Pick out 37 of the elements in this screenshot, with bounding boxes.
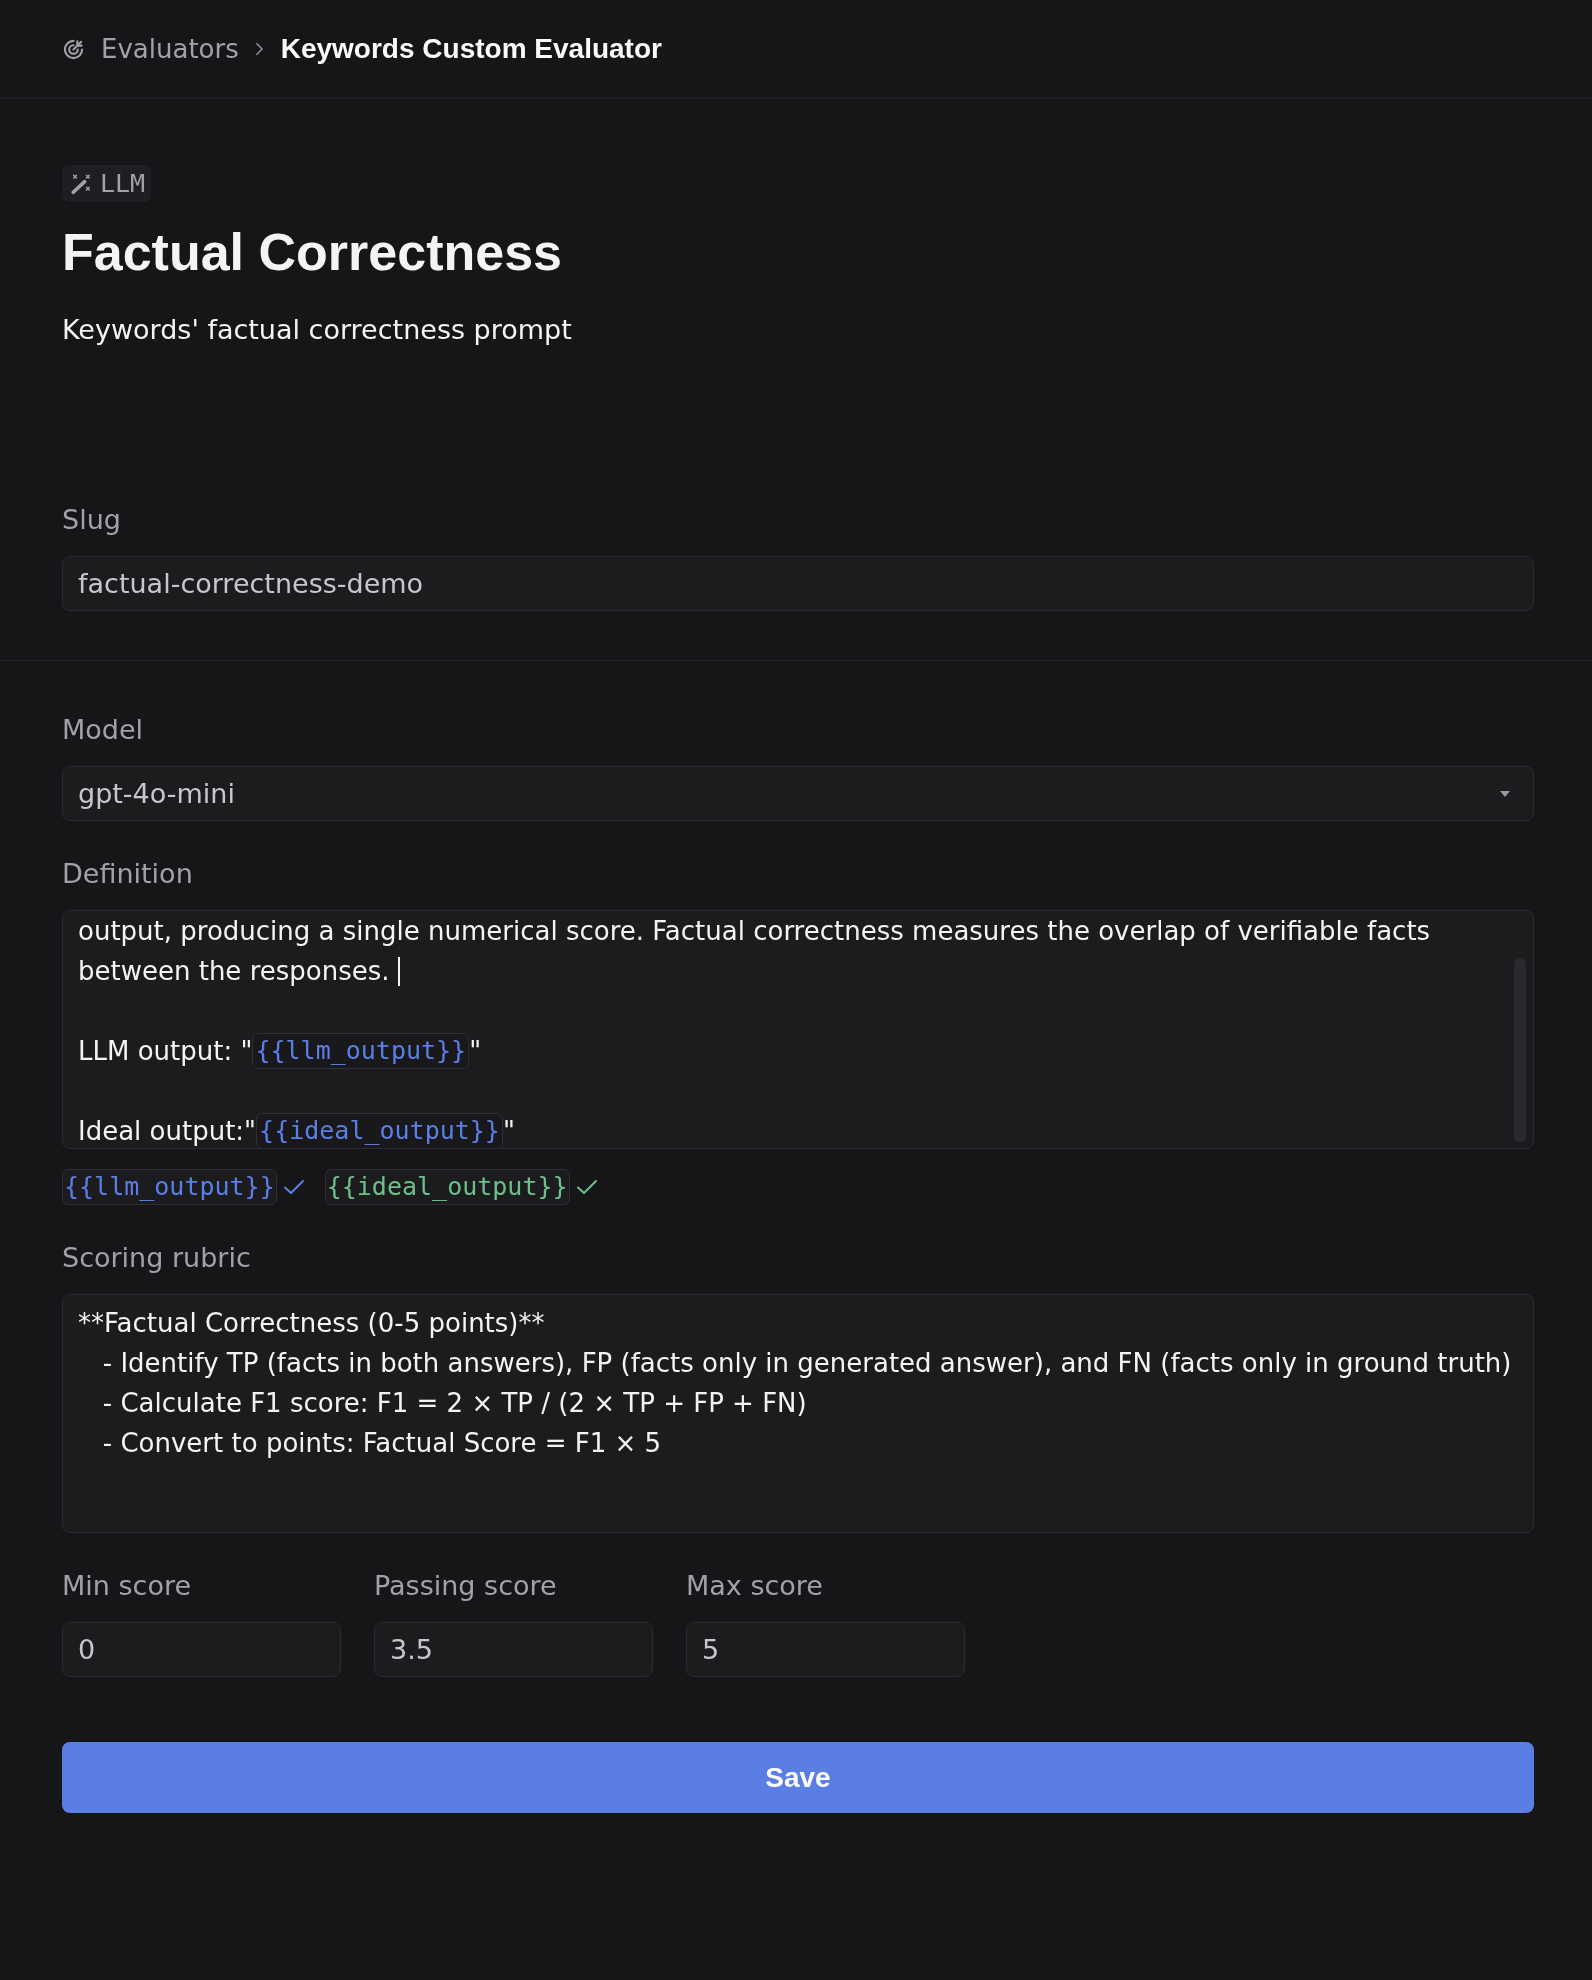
- breadcrumb-link[interactable]: Evaluators: [101, 34, 239, 64]
- slug-input[interactable]: factual-correctness-demo: [62, 556, 1534, 611]
- definition-text: output, producing a single numerical score. Factual correctness measures the overlap of verifiable facts: [78, 916, 1431, 946]
- definition-text: Ideal output:": [78, 1116, 257, 1146]
- definition-textarea[interactable]: output, producing a single numerical score. Factual correctness measures the overlap of verifiable facts between the responses. LLM output: "{{llm_output}}" Ideal output:"{{ideal_output}}": [62, 910, 1534, 1149]
- field-label: Slug: [62, 503, 122, 537]
- field-label: Min score: [62, 1569, 193, 1603]
- definition-text: ": [469, 1036, 482, 1066]
- magic-wand-icon: [70, 172, 92, 195]
- save-button[interactable]: Save: [62, 1742, 1534, 1813]
- type-label: LLM: [100, 169, 146, 198]
- field-label: Passing score: [374, 1569, 558, 1603]
- rubric-line: - Identify TP (facts in both answers), FP (facts only in generated answer), and FN (facts only in ground truth): [101, 1347, 1513, 1380]
- variable-tag: {{ideal_output}}: [324, 1169, 570, 1205]
- score-input[interactable]: 5: [686, 1622, 965, 1677]
- variable-token: {{llm_output}}: [252, 1033, 470, 1069]
- rubric-line: - Convert to points: Factual Score = F1 × 5: [101, 1427, 663, 1460]
- evaluator-description: Keywords' factual correctness prompt: [62, 313, 573, 347]
- variable-token: {{ideal_output}}: [256, 1113, 503, 1148]
- rubric-line: **Factual Correctness (0-5 points)**: [78, 1307, 546, 1340]
- model-select[interactable]: gpt-4o-mini: [62, 766, 1534, 821]
- caret-down-icon: [1500, 790, 1510, 797]
- breadcrumb-current: Keywords Custom Evaluator: [280, 33, 662, 65]
- definition-text: ": [502, 1116, 515, 1146]
- variable-tag: {{llm_output}}: [62, 1169, 277, 1205]
- target-icon: [62, 37, 85, 61]
- definition-text: LLM output: ": [78, 1036, 253, 1066]
- field-label: Max score: [686, 1569, 824, 1603]
- rubric-line: - Calculate F1 score: F1 = 2 × TP / (2 × TP + FP + FN): [101, 1387, 808, 1420]
- evaluator-title: Factual Correctness: [62, 222, 563, 283]
- definition-text: between the responses.: [78, 956, 390, 986]
- score-input[interactable]: 0: [62, 1622, 341, 1677]
- field-label: Definition: [62, 857, 194, 891]
- field-label: Model: [62, 713, 145, 747]
- chevron-right-icon: [254, 42, 264, 56]
- field-label: Scoring rubric: [62, 1241, 252, 1275]
- score-input[interactable]: 3.5: [374, 1622, 653, 1677]
